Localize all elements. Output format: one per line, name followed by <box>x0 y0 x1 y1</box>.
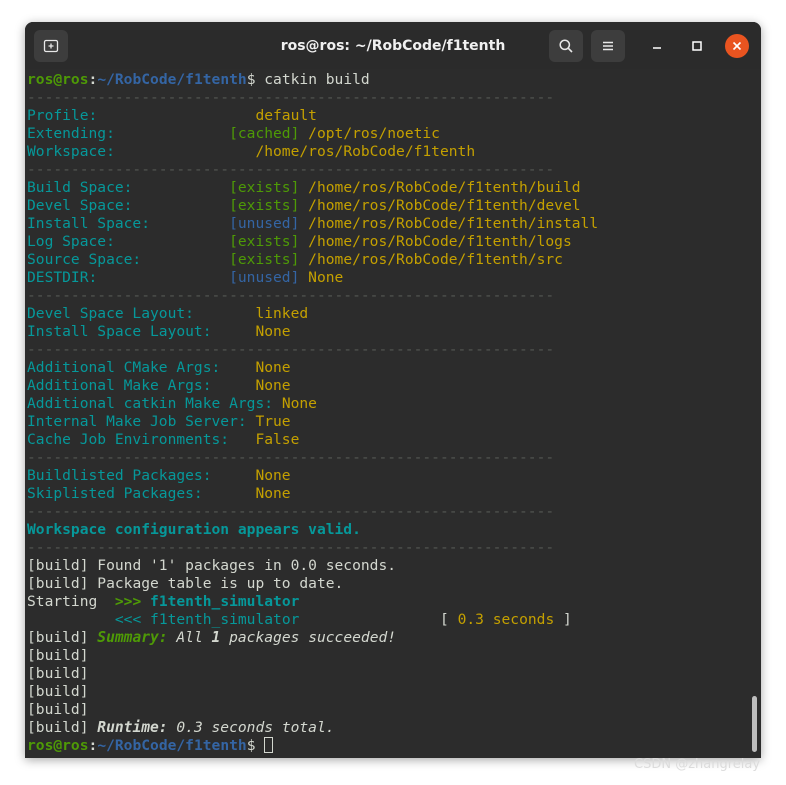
config-row: Cache Job Environments: False <box>27 431 300 448</box>
config-row: Devel Space: [exists] /home/ros/RobCode/… <box>27 197 581 214</box>
config-row: Additional CMake Args: None <box>27 359 291 376</box>
separator-line: ----------------------------------------… <box>27 89 555 106</box>
build-line: [build] <box>27 701 98 718</box>
config-row: Internal Make Job Server: True <box>27 413 291 430</box>
search-icon <box>559 39 573 53</box>
config-row: Extending: [cached] /opt/ros/noetic <box>27 125 440 142</box>
close-button[interactable] <box>725 34 749 58</box>
build-summary-line: [build] Summary: All 1 packages succeede… <box>27 629 397 646</box>
prompt-sign: $ <box>246 71 265 88</box>
separator-line: ----------------------------------------… <box>27 161 555 178</box>
maximize-button[interactable] <box>685 34 709 58</box>
config-row: Install Space Layout: None <box>27 323 291 340</box>
build-runtime-line: [build] Runtime: 0.3 seconds total. <box>27 719 335 736</box>
command-line: ros@ros:~/RobCode/f1tenth$ catkin build <box>27 71 370 89</box>
config-row: Install Space: [unused] /home/ros/RobCod… <box>27 215 599 232</box>
build-finish-line: <<< f1tenth_simulator [ 0.3 seconds ] <box>114 611 572 628</box>
maximize-icon <box>692 41 702 51</box>
prompt-sep: : <box>88 71 98 88</box>
separator-line: ----------------------------------------… <box>27 341 555 358</box>
command-text: catkin build <box>264 71 370 88</box>
window-title: ros@ros: ~/RobCode/f1tenth <box>280 37 506 54</box>
config-row: Workspace: /home/ros/RobCode/f1tenth <box>27 143 476 160</box>
watermark-text: CSDN @zhangrelay <box>634 757 761 772</box>
config-row: Build Space: [exists] /home/ros/RobCode/… <box>27 179 581 196</box>
minimize-button[interactable] <box>645 34 669 58</box>
config-row: Profile: default <box>27 107 317 124</box>
hamburger-menu-icon <box>603 41 613 51</box>
valid-message: Workspace configuration appears valid. <box>27 521 361 538</box>
separator-line: ----------------------------------------… <box>27 539 555 556</box>
separator-line: ----------------------------------------… <box>27 287 555 304</box>
build-line: [build] <box>27 647 98 664</box>
build-line: [build] <box>27 665 98 682</box>
minimize-icon <box>653 47 661 49</box>
build-table-line: [build] Package table is up to date. <box>27 575 344 592</box>
prompt-path: ~/RobCode/f1tenth <box>97 71 247 88</box>
search-button[interactable] <box>549 30 583 62</box>
build-found-line: [build] Found '1' packages in 0.0 second… <box>27 557 397 574</box>
close-icon <box>732 41 742 51</box>
prompt-user: ros@ros <box>27 71 89 88</box>
prompt-line: ros@ros:~/RobCode/f1tenth$ <box>27 737 274 755</box>
terminal-output[interactable]: ros@ros:~/RobCode/f1tenth$ catkin build … <box>25 69 761 758</box>
config-row: DESTDIR: [unused] None <box>27 269 344 286</box>
terminal-window: ros@ros: ~/RobCode/f1tenth ros@ros:~/Rob… <box>25 22 761 758</box>
scrollbar-thumb[interactable] <box>752 696 757 752</box>
menu-button[interactable] <box>591 30 625 62</box>
separator-line: ----------------------------------------… <box>27 503 555 520</box>
text-cursor[interactable] <box>264 737 274 753</box>
new-tab-button[interactable] <box>34 30 68 62</box>
config-row: Log Space: [exists] /home/ros/RobCode/f1… <box>27 233 572 250</box>
config-row: Skiplisted Packages: None <box>27 485 291 502</box>
title-bar: ros@ros: ~/RobCode/f1tenth <box>25 22 761 69</box>
new-tab-icon <box>43 39 59 53</box>
config-row: Additional Make Args: None <box>27 377 291 394</box>
config-row: Additional catkin Make Args: None <box>27 395 317 412</box>
build-line: [build] <box>27 683 98 700</box>
config-row: Source Space: [exists] /home/ros/RobCode… <box>27 251 563 268</box>
build-start-line: Starting >>> f1tenth_simulator <box>27 593 300 610</box>
separator-line: ----------------------------------------… <box>27 449 555 466</box>
config-row: Buildlisted Packages: None <box>27 467 291 484</box>
config-row: Devel Space Layout: linked <box>27 305 309 322</box>
